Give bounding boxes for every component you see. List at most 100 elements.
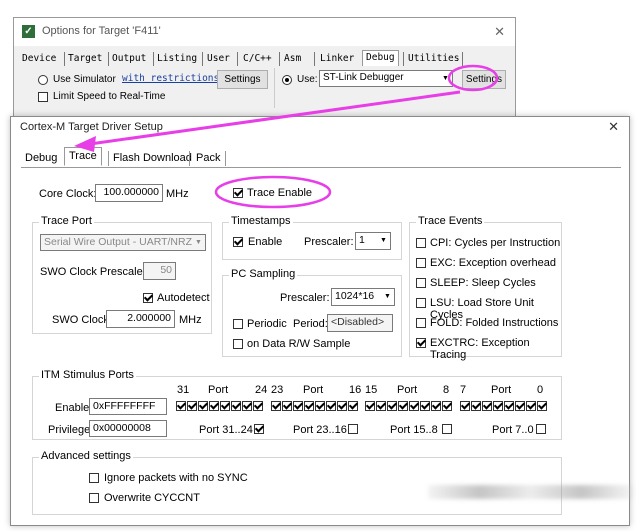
trace-port-select[interactable]: Serial Wire Output - UART/NRZ ▼: [40, 234, 206, 251]
with-restrictions-link[interactable]: with restrictions: [122, 73, 219, 84]
debugger-select[interactable]: ST-Link Debugger ▼: [319, 70, 453, 87]
tab-linker[interactable]: Linker: [320, 53, 354, 64]
sleep-checkbox[interactable]: [416, 278, 426, 288]
overwrite-cyccnt-checkbox[interactable]: [89, 493, 99, 503]
itm-bit-checkbox[interactable]: [503, 401, 514, 411]
itm-bit-checkbox[interactable]: [281, 401, 292, 411]
trace-events-group: Trace Events CPI: Cycles per Instruction…: [409, 215, 562, 361]
tab-debug[interactable]: Debug: [25, 152, 57, 164]
tab-pack[interactable]: Pack: [196, 152, 220, 164]
tab-user[interactable]: User: [207, 53, 230, 64]
itm-bit-checkbox[interactable]: [536, 401, 547, 411]
itm-bit-checkbox[interactable]: [231, 401, 241, 411]
itm-bit-checkbox[interactable]: [431, 401, 441, 411]
itm-enable-input[interactable]: 0xFFFFFFFF: [89, 398, 167, 415]
lsu-checkbox[interactable]: [416, 298, 426, 308]
swo-prescaler-input[interactable]: 50: [143, 262, 176, 280]
pc-sampling-prescaler-value: 1024*16: [335, 290, 375, 302]
itm-bit-7: 7: [460, 384, 467, 396]
itm-port-header-d: Port: [491, 384, 512, 396]
close-icon[interactable]: ✕: [608, 119, 619, 135]
itm-bit-checkbox[interactable]: [242, 401, 252, 411]
itm-bit-checkbox[interactable]: [209, 401, 219, 411]
itm-bit-checkbox[interactable]: [470, 401, 481, 411]
exctrc-checkbox[interactable]: [416, 338, 426, 348]
timestamps-prescaler-value: 1: [359, 234, 365, 246]
tab-separator: [108, 151, 109, 166]
pc-sampling-title: PC Sampling: [229, 268, 298, 280]
options-tab-strip: Device Target Output Listing User C/C++ …: [22, 50, 508, 69]
itm-bit-checkbox[interactable]: [442, 401, 452, 411]
itm-bit-checkbox[interactable]: [387, 401, 397, 411]
tab-target[interactable]: Target: [68, 53, 102, 64]
itm-bit-checkbox[interactable]: [492, 401, 503, 411]
itm-port-header-a: Port: [208, 384, 229, 396]
itm-bit-checkbox[interactable]: [314, 401, 325, 411]
close-icon[interactable]: ✕: [494, 24, 505, 40]
itm-bit-checkbox[interactable]: [481, 401, 492, 411]
use-debugger-radio[interactable]: [282, 75, 292, 85]
itm-bit-checkbox[interactable]: [303, 401, 314, 411]
period-input[interactable]: <Disabled>: [327, 314, 393, 332]
timestamps-prescaler-select[interactable]: 1 ▼: [355, 232, 391, 250]
debugger-settings-button[interactable]: Settings: [462, 70, 506, 89]
trace-port-title: Trace Port: [39, 215, 94, 227]
tab-flash-download[interactable]: Flash Download: [113, 152, 192, 164]
on-data-rw-checkbox[interactable]: [233, 339, 243, 349]
itm-bit-checkbox[interactable]: [176, 401, 186, 411]
itm-bit-checkbox[interactable]: [270, 401, 281, 411]
itm-bit-checkbox[interactable]: [253, 401, 263, 411]
tab-debug[interactable]: Debug: [362, 50, 399, 66]
itm-privilege-label: Privilege:: [48, 424, 94, 436]
tab-utilities[interactable]: Utilities: [408, 53, 459, 64]
tab-asm[interactable]: Asm: [284, 53, 301, 64]
on-data-rw-label: on Data R/W Sample: [247, 338, 351, 350]
app-icon: ✓: [22, 25, 35, 38]
tab-listing[interactable]: Listing: [157, 53, 197, 64]
swo-clock-input[interactable]: 2.000000: [106, 310, 175, 328]
itm-port-header-c: Port: [397, 384, 418, 396]
itm-bit-checkbox[interactable]: [198, 401, 208, 411]
itm-enable-label: Enable:: [55, 402, 93, 414]
pc-sampling-prescaler-select[interactable]: 1024*16 ▼: [331, 288, 395, 306]
driver-window: Cortex-M Target Driver Setup ✕ Debug Tra…: [10, 116, 630, 526]
itm-bit-checkbox[interactable]: [514, 401, 525, 411]
simulator-settings-button[interactable]: Settings: [217, 70, 268, 89]
port-group-15-8-checkbox[interactable]: [442, 424, 452, 434]
tab-trace[interactable]: Trace: [64, 147, 102, 166]
periodic-checkbox[interactable]: [233, 319, 243, 329]
tab-output[interactable]: Output: [112, 53, 146, 64]
exc-checkbox[interactable]: [416, 258, 426, 268]
itm-bit-checkbox[interactable]: [365, 401, 375, 411]
ignore-packets-checkbox[interactable]: [89, 473, 99, 483]
itm-privilege-input[interactable]: 0x00000008: [89, 420, 167, 437]
tab-c-cpp[interactable]: C/C++: [243, 53, 272, 64]
itm-bit-checkbox[interactable]: [220, 401, 230, 411]
port-group-31-24-checkbox[interactable]: [254, 424, 264, 434]
limit-speed-checkbox[interactable]: [38, 92, 48, 102]
itm-bit-checkbox[interactable]: [347, 401, 358, 411]
itm-bit-checkbox[interactable]: [187, 401, 197, 411]
tab-device[interactable]: Device: [22, 53, 56, 64]
itm-bit-checkbox[interactable]: [409, 401, 419, 411]
itm-bit-checkbox[interactable]: [376, 401, 386, 411]
autodetect-checkbox[interactable]: [143, 293, 153, 303]
timestamps-enable-checkbox[interactable]: [233, 237, 243, 247]
timestamps-enable-label: Enable: [248, 236, 283, 248]
itm-bit-checkbox[interactable]: [325, 401, 336, 411]
use-simulator-radio[interactable]: [38, 75, 48, 85]
port-group-7-0-checkbox[interactable]: [536, 424, 546, 434]
itm-bit-checkbox[interactable]: [459, 401, 470, 411]
driver-tab-strip: Debug Trace Flash Download Pack: [21, 147, 621, 168]
port-group-23-16-checkbox[interactable]: [348, 424, 358, 434]
itm-bit-checkbox[interactable]: [525, 401, 536, 411]
itm-bit-checkbox[interactable]: [398, 401, 408, 411]
limit-speed-label: Limit Speed to Real-Time: [53, 91, 166, 102]
fold-checkbox[interactable]: [416, 318, 426, 328]
trace-enable-checkbox[interactable]: [233, 188, 243, 198]
itm-bit-checkbox[interactable]: [336, 401, 347, 411]
cpi-checkbox[interactable]: [416, 238, 426, 248]
core-clock-input[interactable]: 100.000000: [95, 184, 163, 202]
itm-bit-checkbox[interactable]: [420, 401, 430, 411]
itm-bit-checkbox[interactable]: [292, 401, 303, 411]
